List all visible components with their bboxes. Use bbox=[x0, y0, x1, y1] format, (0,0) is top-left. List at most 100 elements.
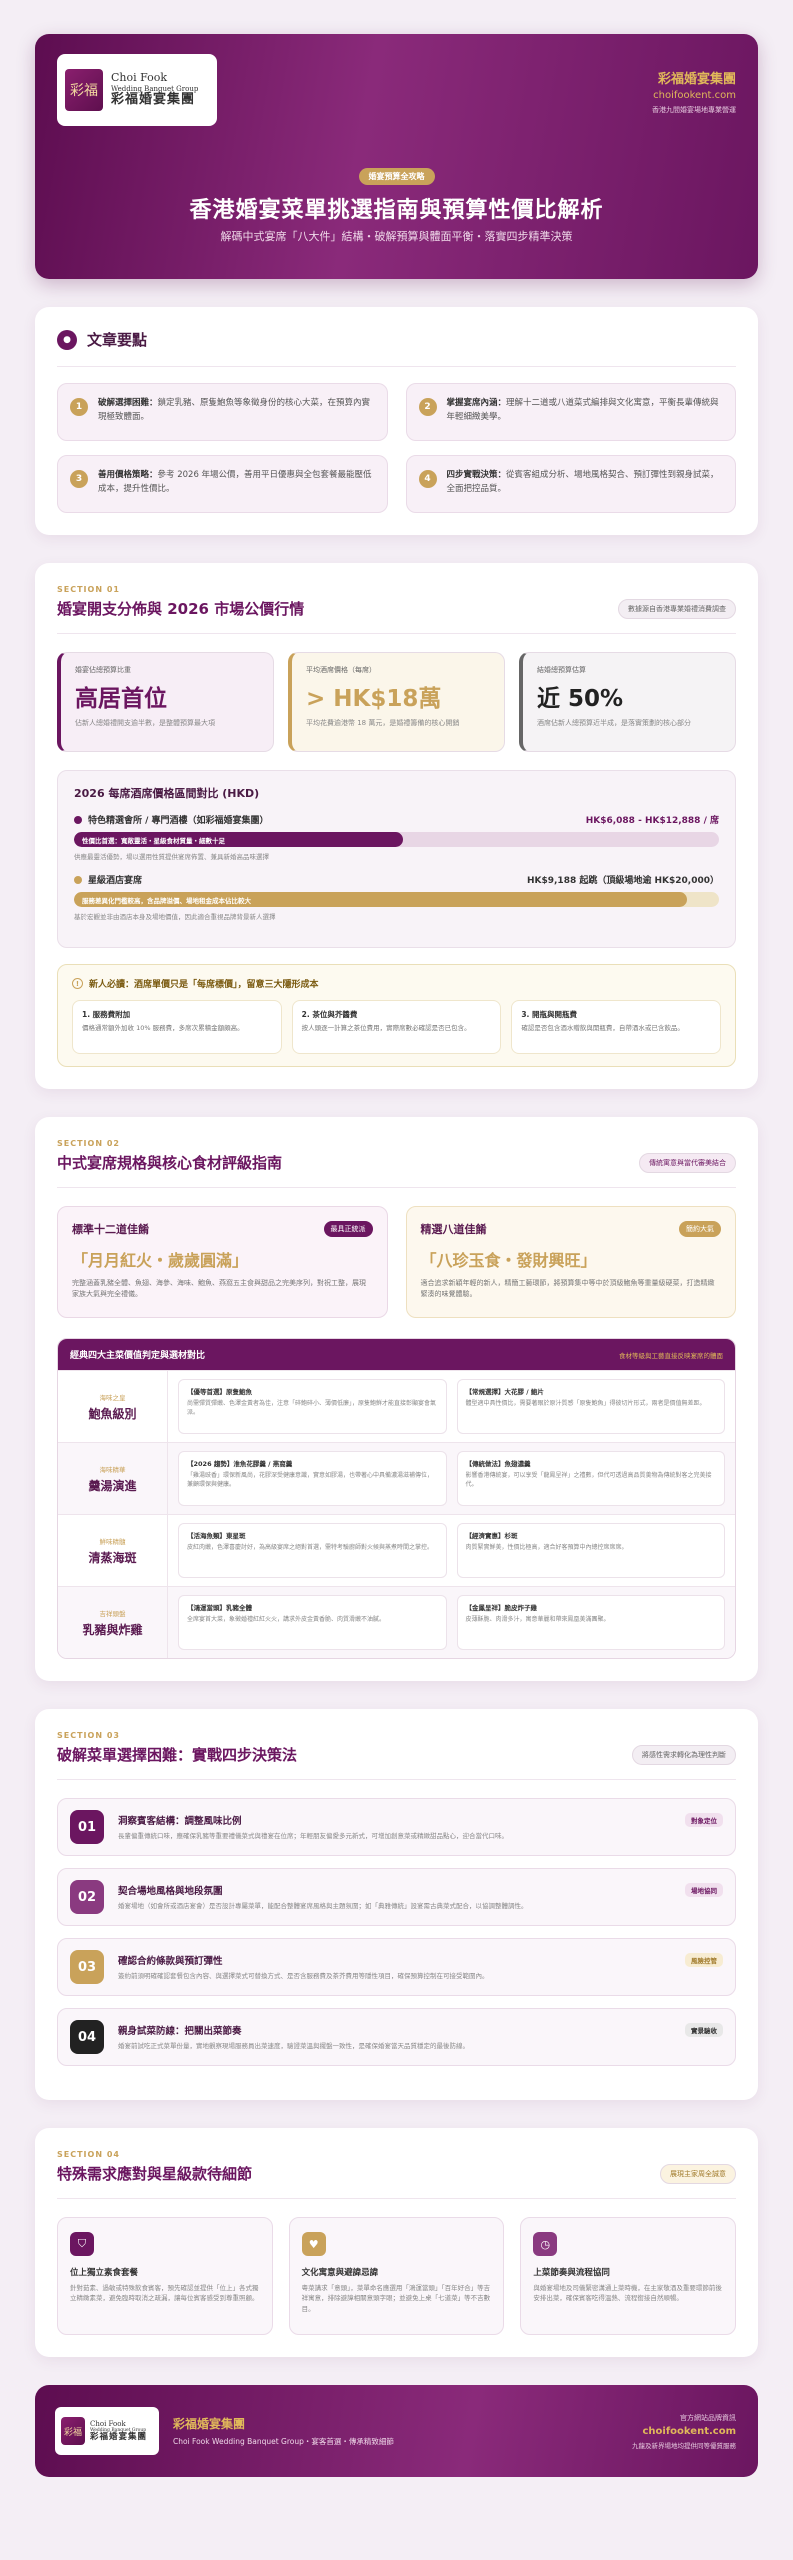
step-title: 確認合約條款與預訂彈性 bbox=[118, 1955, 223, 1967]
menu-desc: 適合追求新穎年輕的新人，精簡工藝環節，將預算集中等中於頂級鮑魚等重量級硬菜，打造… bbox=[420, 1279, 715, 1299]
row-name: 羹湯演進 bbox=[88, 1478, 137, 1493]
row-sub: 鮮味精髓 bbox=[99, 1537, 126, 1546]
step-title: 契合場地風格與地段氛圍 bbox=[118, 1885, 223, 1897]
table-row: 鮮味精髓 清蒸海斑 【活海魚類】東星斑 皮紅肉嫩，色澤喜慶討好，為高級宴席之絕對首選… bbox=[58, 1514, 735, 1586]
summary-item-label: 善用價格策略： bbox=[98, 470, 158, 480]
cell-title: 【金鳳呈祥】脆皮炸子雞 bbox=[465, 1604, 538, 1612]
section-tag: SECTION 02 bbox=[57, 1139, 120, 1148]
footer-brand: 彩福婚宴集團 bbox=[173, 2417, 246, 2431]
section-title: 婚宴開支分佈與 2026 市場公價行情 bbox=[57, 600, 305, 618]
logo-en: Choi Fook bbox=[90, 2419, 126, 2428]
bar-fill: 服務差異化門檻較高，含品牌溢價、場地租金成本佔比較大 bbox=[74, 892, 687, 907]
step-card: 03 確認合約條款與預訂彈性 風險控管 簽約前須明確確認套餐包含內容、與選擇菜式可替換… bbox=[57, 1938, 736, 1996]
warning-item-title: 1. 服務費附加 bbox=[82, 1010, 131, 1019]
section-title: 破解菜單選擇困難：實戰四步決策法 bbox=[57, 1746, 298, 1764]
menu-card: 標準十二道佳餚 最具正統派 「月月紅火・歲歲圓滿」 完整涵蓋乳豬全體、魚翅、海參、… bbox=[57, 1206, 388, 1318]
bar-row: 星級酒店宴席 HK$9,188 起跳（頂級場地逾 HK$20,000） 服務差異化… bbox=[74, 873, 719, 921]
summary-title: 文章要點 bbox=[87, 331, 148, 349]
special-card: ◷ 上菜節奏與流程協同 與婚宴場地及司儀緊密溝通上菜時機，在主家敬酒及重要環節前後安… bbox=[520, 2217, 736, 2335]
bullet-icon: ● bbox=[57, 329, 77, 350]
summary-card: ● 文章要點 1 破解選擇困難：鎖定乳豬、原隻鮑魚等象徵身份的核心大菜，在預算內實… bbox=[35, 307, 758, 535]
logo-mark: 彩福 bbox=[65, 69, 103, 111]
stat-desc: 平均花費逾港幣 18 萬元，是婚禮籌備的核心開銷 bbox=[306, 719, 460, 727]
footer-logo[interactable]: 彩福 Choi Fook Wedding Banquet Group 彩福婚宴集… bbox=[55, 2407, 159, 2455]
stat-card: 婚宴佔總預算比重 高居首位 佔新人總婚禮開支逾半數，是整體預算最大項 bbox=[57, 652, 274, 752]
special-title: 文化寓意與避諱忌諱 bbox=[301, 2268, 379, 2278]
bar-row: 特色精選會所 / 專門酒樓（如彩福婚宴集團） HK$6,088 - HK$12,8… bbox=[74, 813, 719, 861]
section-tag: SECTION 04 bbox=[57, 2150, 120, 2159]
summary-item-label: 四步實戰決策： bbox=[446, 470, 507, 480]
logo-zh: 彩福婚宴集團 bbox=[111, 91, 196, 107]
step-desc: 婚宴場地（如會所或酒店宴會）是否設計專屬菜單，能配合整體宴席風格與主題氛圍；如「… bbox=[118, 1901, 528, 1910]
category-badge: 婚宴預算全攻略 bbox=[358, 168, 435, 185]
section-03: SECTION 03 破解菜單選擇困難：實戰四步決策法 將感性需求轉化為理性判斷… bbox=[35, 1709, 758, 2100]
cell-title: 【鴻運當頭】乳豬全體 bbox=[187, 1604, 252, 1612]
stat-card: 結婚總預算估算近 50% 酒席佔新人總預算近半成，是落實策劃的核心部分 bbox=[519, 652, 736, 752]
cell-title: 【經濟實惠】杉斑 bbox=[465, 1532, 518, 1540]
section-04: SECTION 04 特殊需求應對與星級款待細節 展現主家周全誠意 ⛉ 位上獨立素… bbox=[35, 2128, 758, 2357]
table-cell: 【2026 趨勢】淮魚花膠羹 / 燕窩羹「雞湯豉香」環保新風尚，花膠深受健康意識… bbox=[178, 1451, 447, 1506]
bar-value: HK$6,088 - HK$12,888 / 席 bbox=[585, 816, 719, 826]
stat-value: 高居首位 bbox=[75, 686, 167, 712]
stat-desc: 酒席佔新人總預算近半成，是落實策劃的核心部分 bbox=[537, 719, 691, 727]
cell-title: 【活海魚類】東星斑 bbox=[187, 1532, 246, 1540]
section-note: 展現主家周全誠意 bbox=[660, 2164, 736, 2184]
special-title: 位上獨立素食套餐 bbox=[70, 2268, 139, 2278]
legend-dot-icon bbox=[74, 815, 82, 824]
step-tag: 對象定位 bbox=[685, 1812, 723, 1827]
page-subtitle: 解碼中式宴席「八大件」結構・破解預算與體面平衡・落實四步精準決策 bbox=[220, 230, 573, 243]
step-number: 04 bbox=[70, 2020, 104, 2054]
special-title: 上菜節奏與流程協同 bbox=[533, 2268, 610, 2278]
cell-text: 全席宴首大菜，象徵婚禮紅紅火火，講求外皮金黃香脆、肉質滑嫩不油膩。 bbox=[187, 1616, 386, 1623]
warning-title: 新人必讀：酒席單價只是「每席標價」，留意三大隱形成本 bbox=[89, 980, 319, 990]
section-note: 數據源自香港專業婚禮消費調查 bbox=[618, 599, 736, 619]
table-row: 吉祥頭盤 乳豬與炸雞 【鴻運當頭】乳豬全體 全席宴首大菜，象徵婚禮紅紅火火，講求外皮… bbox=[58, 1586, 735, 1658]
section-title: 特殊需求應對與星級款待細節 bbox=[57, 2165, 253, 2183]
cell-text: 「雞湯豉香」環保新風尚，花膠深受健康意識，實意如膠湯，也帶著心中具備濃湯滋補傳位… bbox=[187, 1472, 434, 1489]
cell-text: 體型適中具性價比，需要著眼於原汁質感「原隻鮑魚」得彼切片形式，兩者是價值無差距。 bbox=[465, 1400, 706, 1407]
warning-item-text: 價格通常額外加收 10% 服務費，多席次累積金額頗高。 bbox=[82, 1024, 244, 1032]
row-sub: 海味精華 bbox=[99, 1465, 126, 1474]
menu-pill: 簡約大氣 bbox=[679, 1221, 721, 1237]
header-sub: 香港九間婚宴場地專業營運 bbox=[652, 106, 736, 114]
cell-title: 【常規選擇】大花膠 / 鮑片 bbox=[465, 1388, 544, 1396]
stat-value: > HK$18萬 bbox=[306, 686, 442, 712]
header-brand: 彩福婚宴集團 bbox=[657, 72, 736, 87]
warning-item-text: 確認是否包含酒水贈飲與開瓶費，自帶酒水或已含飲品。 bbox=[521, 1024, 684, 1032]
step-number: 02 bbox=[70, 1880, 104, 1914]
stat-value: 近 50% bbox=[537, 686, 624, 712]
bar-fill: 性價比首選：寬敞靈活・星級食材質量・細數十足 bbox=[74, 832, 403, 847]
menu-pill: 最具正統派 bbox=[323, 1221, 373, 1237]
brand-logo[interactable]: 彩福 Choi Fook Wedding Banquet Group 彩福婚宴集… bbox=[57, 54, 217, 126]
warning-item: 1. 服務費附加價格通常額外加收 10% 服務費，多席次累積金額頗高。 bbox=[72, 1000, 282, 1054]
step-tag: 實景驗收 bbox=[685, 2022, 723, 2037]
summary-item: 3 善用價格策略：參考 2026 年場公價，善用平日優惠與全包套餐最能壓低成本，提… bbox=[57, 455, 388, 513]
step-desc: 婚宴前試吃正式菜單份量，實地觀察現場服務員出菜速度，驗證菜溫與擺盤一致性，是確保… bbox=[118, 2041, 469, 2050]
summary-item-label: 掌握宴席內涵： bbox=[446, 398, 507, 408]
row-name: 清蒸海斑 bbox=[88, 1550, 137, 1565]
cell-title: 【2026 趨勢】淮魚花膠羹 / 燕窩羹 bbox=[187, 1460, 293, 1468]
number-badge: 3 bbox=[70, 470, 88, 488]
header-site-link[interactable]: choifookent.com bbox=[652, 90, 736, 101]
table-cell: 【經濟實惠】杉斑 肉質緊實鮮美，性價比極高，適合好客預算中內總控席席席。 bbox=[456, 1523, 725, 1578]
ingredient-table: 經典四大主菜價值判定與選材對比 食材等級與工藝直接反映宴席的體面 海味之皇 鮑魚級別… bbox=[57, 1338, 736, 1659]
legend-dot-icon bbox=[74, 875, 82, 884]
cell-text: 影響香港傳統宴，可以享受「龍鳳呈祥」之禮數，但代可透過高品質羹物為傳統對客之完美… bbox=[465, 1472, 712, 1489]
row-name: 鮑魚級別 bbox=[88, 1406, 137, 1421]
section-note: 將感性需求轉化為理性判斷 bbox=[632, 1745, 736, 1765]
stat-desc: 佔新人總婚禮開支逾半數，是整體預算最大項 bbox=[75, 719, 215, 727]
stat-label: 結婚總預算估算 bbox=[537, 666, 586, 674]
footer-tagline: Choi Fook Wedding Banquet Group・宴客首選・傳承精… bbox=[173, 2437, 394, 2446]
menu-card: 精選八道佳餚 簡約大氣 「八珍玉食・發財興旺」 適合追求新穎年輕的新人，精簡工藝環… bbox=[405, 1206, 736, 1318]
menu-quote: 「月月紅火・歲歲圓滿」 bbox=[72, 1251, 249, 1270]
step-card: 01 洞察賓客結構：調整風味比例 對象定位 長輩偏重傳統口味，應確保乳豬等重要禮儀菜式… bbox=[57, 1798, 736, 1856]
table-row: 海味精華羹湯演進 【2026 趨勢】淮魚花膠羹 / 燕窩羹「雞湯豉香」環保新風尚… bbox=[58, 1442, 735, 1514]
warning-item-title: 3. 開瓶與開瓶費 bbox=[521, 1010, 578, 1019]
footer-site-link[interactable]: choifookent.com bbox=[632, 2426, 736, 2437]
bar-label: 特色精選會所 / 專門酒樓（如彩福婚宴集團） bbox=[88, 816, 269, 826]
summary-item: 1 破解選擇困難：鎖定乳豬、原隻鮑魚等象徵身份的核心大菜，在預算內實現極致體面。 bbox=[57, 383, 388, 441]
cell-title: 【傳統做法】魚翅濃羹 bbox=[465, 1460, 531, 1468]
table-cell: 【傳統做法】魚翅濃羹影響香港傳統宴，可以享受「龍鳳呈祥」之禮數，但代可透過高品質… bbox=[456, 1451, 725, 1506]
step-title: 洞察賓客結構：調整風味比例 bbox=[118, 1815, 242, 1827]
table-cell: 【優等首選】原隻鮑魚 尚需彈質彈嫩、色澤金黃者為佳，注意「碎鮑碎小、薄價低廉」，原… bbox=[178, 1379, 447, 1434]
